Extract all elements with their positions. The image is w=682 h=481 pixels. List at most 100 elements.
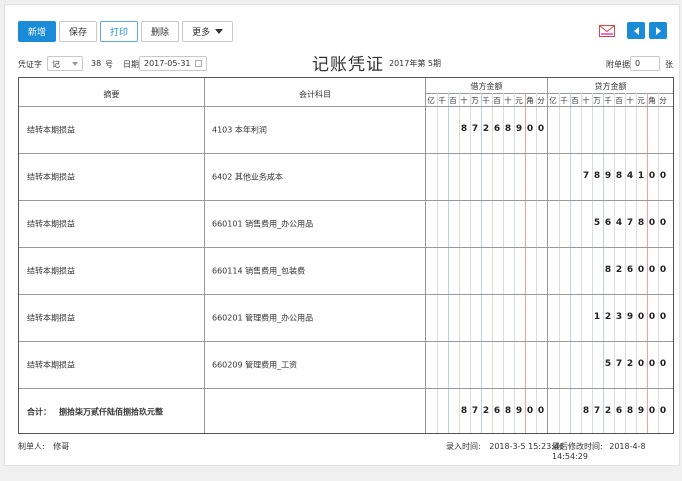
amount-unit-label: 千	[438, 96, 446, 105]
amount-digit: 0	[659, 406, 667, 416]
table-row[interactable]: 结转本期损益 660101 销售费用_办公用品 5 6 4 7 8 0 0	[19, 200, 673, 247]
amount-digit: 2	[482, 406, 490, 416]
amount-digit: 8	[504, 406, 512, 416]
voucher-word-select[interactable]: 记	[47, 56, 83, 71]
amount-digit: 9	[604, 171, 612, 181]
mail-icon[interactable]	[599, 24, 615, 37]
amount-digit: 8	[460, 124, 468, 134]
amount-digit: 7	[615, 359, 623, 369]
amount-digit: 0	[648, 218, 656, 228]
amount-unit-label: 分	[537, 96, 545, 105]
table-row[interactable]: 结转本期损益 6402 其他业务成本 7 8 9 8 4 1 0 0	[19, 153, 673, 200]
amount-unit-label: 角	[648, 96, 656, 105]
maker-value: 修哥	[53, 442, 70, 451]
more-button[interactable]: 更多	[182, 21, 234, 42]
date-input[interactable]: 2017-05-31	[139, 56, 207, 71]
amount-digit: 0	[637, 359, 645, 369]
amount-unit-label: 亿	[427, 96, 435, 105]
amount-digit: 0	[526, 124, 534, 134]
amount-digit: 8	[626, 406, 634, 416]
amount-digit: 7	[626, 218, 634, 228]
amount-digit: 5	[604, 359, 612, 369]
prev-voucher-button[interactable]	[627, 22, 645, 39]
amount-digit: 9	[515, 124, 523, 134]
amount-digit: 0	[637, 312, 645, 322]
amount-digit: 4	[615, 218, 623, 228]
voucher-page: 新增 保存 打印 删除 更多 凭证字 记 38 号 日期 2017-05-31 …	[4, 4, 680, 466]
toolbar: 新增 保存 打印 删除 更多	[18, 21, 234, 43]
table-row[interactable]: 结转本期损益 660114 销售费用_包装费 8 2 6 0 0 0	[19, 247, 673, 294]
voucher-number: 38	[91, 59, 102, 68]
print-button[interactable]: 打印	[100, 21, 139, 42]
amount-unit-label: 百	[615, 96, 623, 105]
voucher-table: 摘要 会计科目 借方金额 贷方金额 亿千百十万千百十元角分亿千百十万千百十元角分…	[18, 77, 674, 434]
entry-time-label: 录入时间:	[446, 442, 481, 451]
amount-unit-label: 分	[659, 96, 667, 105]
voucher-word-label: 凭证字	[18, 60, 42, 69]
amount-digit: 6	[615, 406, 623, 416]
table-row[interactable]: 结转本期损益 660209 管理费用_工资 5 7 2 0 0 0	[19, 341, 673, 388]
amount-unit-label: 十	[582, 96, 590, 105]
amount-unit-label: 十	[504, 96, 512, 105]
amount-digit: 9	[626, 312, 634, 322]
delete-button[interactable]: 删除	[141, 21, 180, 42]
amount-digit: 7	[471, 406, 479, 416]
amount-digit: 8	[637, 218, 645, 228]
amount-digits: 826000	[19, 265, 673, 277]
new-button[interactable]: 新增	[18, 21, 57, 42]
amount-digit: 0	[637, 265, 645, 275]
calendar-icon	[195, 60, 202, 67]
voucher-number-unit: 号	[105, 60, 113, 69]
amount-digit: 1	[637, 171, 645, 181]
attach-label: 附单据	[606, 60, 630, 69]
date-value: 2017-05-31	[144, 59, 191, 68]
account-header: 会计科目	[299, 90, 331, 99]
amount-digit: 7	[471, 124, 479, 134]
total-digits: 8726890087268900	[19, 406, 673, 418]
amount-digits: 87268900	[19, 124, 673, 136]
amount-digit: 8	[460, 406, 468, 416]
table-row[interactable]: 结转本期损益 660201 管理费用_办公用品 1 2 3 9 0 0 0	[19, 294, 673, 341]
attach-count-input[interactable]: 0	[630, 56, 660, 71]
amount-unit-label: 角	[526, 96, 534, 105]
save-button[interactable]: 保存	[59, 21, 98, 42]
voucher-header: 凭证字 记 38 号 日期 2017-05-31 记账凭证 2017年第 5期 …	[18, 54, 674, 75]
page-title: 记账凭证	[312, 55, 384, 75]
amount-digit: 5	[593, 218, 601, 228]
amount-digit: 8	[615, 171, 623, 181]
modified-time-label: 最后修改时间:	[552, 442, 603, 451]
more-label: 更多	[192, 28, 211, 38]
amount-unit-label: 百	[493, 96, 501, 105]
attach-count-value: 0	[635, 59, 641, 68]
amount-digit: 0	[648, 265, 656, 275]
table-row[interactable]: 结转本期损益 4103 本年利润 8 7 2 6 8 9 0 0	[19, 106, 673, 153]
next-voucher-button[interactable]	[649, 22, 667, 39]
caret-down-icon	[215, 29, 224, 34]
amount-unit-label: 亿	[549, 96, 557, 105]
total-row: 合计： 捌拾柒万贰仟陆佰捌拾玖元整 8 7 2 6 8 9 0 0 8 7 2 6 8 9 0 0	[19, 388, 673, 435]
amount-digit: 2	[482, 124, 490, 134]
amount-digit: 4	[626, 171, 634, 181]
amount-digit: 6	[604, 218, 612, 228]
amount-digits: 78984100	[19, 171, 673, 183]
amount-digit: 8	[582, 406, 590, 416]
amount-unit-label: 万	[471, 96, 479, 105]
amount-digit: 6	[493, 406, 501, 416]
amount-unit-label: 千	[560, 96, 568, 105]
amount-unit-label: 千	[482, 96, 490, 105]
voucher-word-value: 记	[52, 60, 60, 69]
amount-unit-label: 万	[593, 96, 601, 105]
debit-header: 借方金额	[470, 82, 503, 91]
amount-digit: 0	[659, 218, 667, 228]
amount-digit: 0	[648, 312, 656, 322]
amount-digit: 0	[659, 265, 667, 275]
amount-digits: 5647800	[19, 218, 673, 230]
maker-info: 制单人: 修哥	[18, 441, 69, 452]
amount-digit: 3	[615, 312, 623, 322]
maker-label: 制单人:	[18, 442, 45, 451]
summary-header: 摘要	[103, 90, 120, 99]
date-label: 日期	[123, 60, 139, 69]
amount-digit: 9	[637, 406, 645, 416]
amount-digit: 6	[493, 124, 501, 134]
entry-time: 录入时间: 2018-3-5 15:23:46	[446, 441, 564, 452]
